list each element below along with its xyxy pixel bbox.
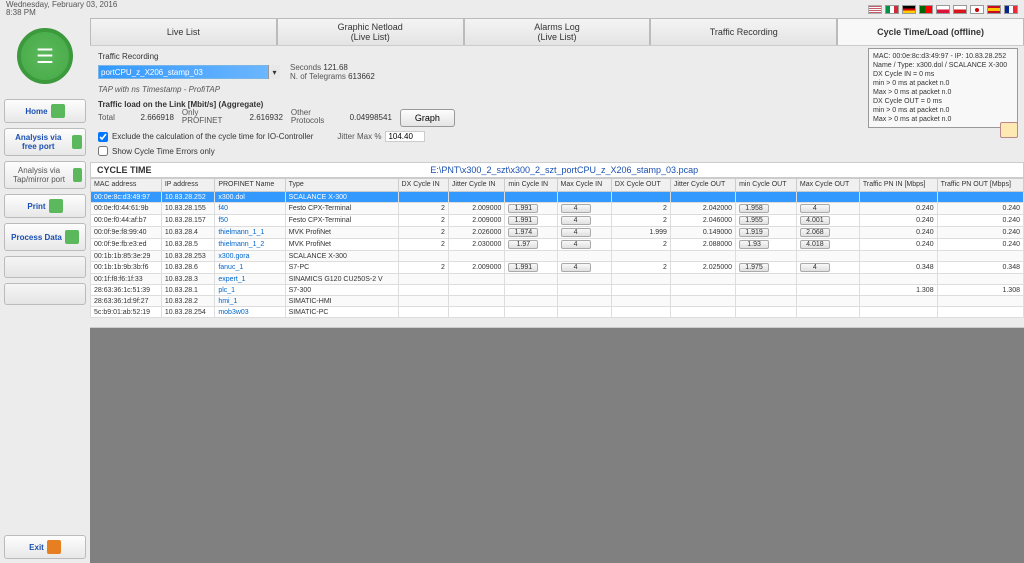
- exclude-io-checkbox[interactable]: [98, 132, 108, 142]
- header-time: 8:38 PM: [6, 9, 117, 17]
- cycle-time-table: MAC addressIP addressPROFINET NameTypeDX…: [90, 178, 1024, 318]
- cell-button[interactable]: 1.93: [739, 240, 769, 249]
- nav-process-data[interactable]: Process Data: [4, 223, 86, 251]
- tab-cycle-time[interactable]: Cycle Time/Load (offline): [837, 18, 1024, 45]
- other-value: 0.04998541: [339, 113, 394, 122]
- tab-alarms-log[interactable]: Alarms Log(Live List): [464, 18, 651, 45]
- col-header[interactable]: Max Cycle OUT: [796, 179, 859, 192]
- col-header[interactable]: min Cycle IN: [505, 179, 557, 192]
- table-row[interactable]: 28:63:36:1d:9f:2710.83.28.2hmi_1SIMATIC-…: [91, 296, 1024, 307]
- nav-empty-2: [4, 283, 86, 305]
- device-info-box: MAC: 00:0e:8c:d3:49:97 - IP: 10.83.28.25…: [868, 48, 1018, 128]
- empty-area: [90, 328, 1024, 563]
- exit-icon: [47, 540, 61, 554]
- cell-button[interactable]: 4: [561, 204, 591, 213]
- cell-button[interactable]: 1.991: [508, 263, 538, 272]
- col-header[interactable]: Max Cycle IN: [557, 179, 611, 192]
- cell-button[interactable]: 4: [561, 216, 591, 225]
- data-icon: [65, 230, 79, 244]
- col-header[interactable]: Traffic PN OUT [Mbps]: [937, 179, 1023, 192]
- nav-home[interactable]: Home: [4, 99, 86, 123]
- cell-button[interactable]: 1.975: [739, 263, 769, 272]
- pcap-path: E:\PNT\x300_2_szt\x300_2_szt_portCPU_z_X…: [152, 165, 977, 175]
- cell-button[interactable]: 1.919: [739, 228, 769, 237]
- col-header[interactable]: Traffic PN IN [Mbps]: [859, 179, 937, 192]
- table-row[interactable]: 00:1b:1b:85:3e:2910.83.28.253x300.goraSC…: [91, 251, 1024, 262]
- flag-it[interactable]: [885, 5, 899, 14]
- col-header[interactable]: PROFINET Name: [215, 179, 285, 192]
- cell-button[interactable]: 4: [561, 228, 591, 237]
- app-logo: ☰: [17, 28, 73, 84]
- flag-pl[interactable]: [936, 5, 950, 14]
- errors-only-label: Show Cycle Time Errors only: [112, 147, 215, 156]
- col-header[interactable]: Jitter Cycle IN: [448, 179, 504, 192]
- flag-us[interactable]: [868, 5, 882, 14]
- cell-button[interactable]: 4: [800, 204, 830, 213]
- table-row[interactable]: 00:1f:f8:f6:1f:3310.83.28.3expert_1SINAM…: [91, 274, 1024, 285]
- print-icon: [49, 199, 63, 213]
- flag-es[interactable]: [987, 5, 1001, 14]
- nav-analysis-free-port[interactable]: Analysis via free port: [4, 128, 86, 156]
- seconds-value: 121.68: [323, 63, 347, 72]
- col-header[interactable]: DX Cycle OUT: [611, 179, 670, 192]
- errors-only-checkbox[interactable]: [98, 146, 108, 156]
- table-row[interactable]: 00:1b:1b:9b:3b:f610.83.28.6fanuc_1S7-PC2…: [91, 262, 1024, 274]
- flag-pt[interactable]: [919, 5, 933, 14]
- nav-print[interactable]: Print: [4, 194, 86, 218]
- nav-exit[interactable]: Exit: [4, 535, 86, 559]
- telegrams-value: 613662: [348, 72, 375, 81]
- total-value: 2.666918: [121, 113, 176, 122]
- cell-button[interactable]: 1.955: [739, 216, 769, 225]
- cycle-time-title: CYCLE TIME: [97, 165, 152, 175]
- cell-button[interactable]: 1.97: [508, 240, 538, 249]
- table-row[interactable]: 00:0e:f0:44:61:9b10.83.28.155f40Festo CP…: [91, 203, 1024, 215]
- table-row[interactable]: 00:0f:9e:f8:99:4010.83.28.4thielmann_1_1…: [91, 227, 1024, 239]
- lang-flags: [868, 5, 1018, 14]
- cell-button[interactable]: 2.068: [800, 228, 830, 237]
- cell-button[interactable]: 4: [561, 263, 591, 272]
- col-header[interactable]: DX Cycle IN: [398, 179, 448, 192]
- recording-select[interactable]: portCPU_z_X206_stamp_03: [98, 65, 268, 79]
- tab-graphic-netload[interactable]: Graphic Netload(Live List): [277, 18, 464, 45]
- home-icon: [51, 104, 65, 118]
- cell-button[interactable]: 1.958: [739, 204, 769, 213]
- port-icon: [72, 135, 82, 149]
- col-header[interactable]: MAC address: [91, 179, 162, 192]
- open-folder-icon[interactable]: [1000, 122, 1018, 138]
- exclude-io-label: Exclude the calculation of the cycle tim…: [112, 132, 313, 141]
- col-header[interactable]: Type: [285, 179, 398, 192]
- table-row[interactable]: 5c:b9:01:ab:52:1910.83.28.254mob3w03SIMA…: [91, 307, 1024, 318]
- cell-button[interactable]: 4: [800, 263, 830, 272]
- table-row[interactable]: 28:63:36:1c:51:3910.83.28.1plc_1S7-3001.…: [91, 285, 1024, 296]
- table-row[interactable]: 00:0e:f0:44:af:b710.83.28.157f50Festo CP…: [91, 215, 1024, 227]
- flag-kr[interactable]: [970, 5, 984, 14]
- col-header[interactable]: min Cycle OUT: [736, 179, 797, 192]
- flag-cz[interactable]: [953, 5, 967, 14]
- tab-live-list[interactable]: Live List: [90, 18, 277, 45]
- table-row[interactable]: 00:0f:9e:fb:e3:ed10.83.28.5thielmann_1_2…: [91, 239, 1024, 251]
- flag-fr[interactable]: [1004, 5, 1018, 14]
- cell-button[interactable]: 4.001: [800, 216, 830, 225]
- profinet-value: 2.616932: [230, 113, 285, 122]
- chevron-down-icon[interactable]: ▾: [268, 65, 280, 79]
- cell-button[interactable]: 1.974: [508, 228, 538, 237]
- graph-button[interactable]: Graph: [400, 109, 455, 127]
- col-header[interactable]: IP address: [161, 179, 214, 192]
- nav-analysis-tap[interactable]: Analysis via Tap/mirror port: [4, 161, 86, 189]
- tap-icon: [73, 168, 82, 182]
- nav-empty-1: [4, 256, 86, 278]
- table-row[interactable]: 00:0e:8c:d3:49:9710.83.28.252x300.dolSCA…: [91, 192, 1024, 203]
- cell-button[interactable]: 1.991: [508, 204, 538, 213]
- cell-button[interactable]: 4.018: [800, 240, 830, 249]
- cell-button[interactable]: 4: [561, 240, 591, 249]
- cell-button[interactable]: 1.991: [508, 216, 538, 225]
- tab-traffic-recording[interactable]: Traffic Recording: [650, 18, 837, 45]
- flag-de[interactable]: [902, 5, 916, 14]
- col-header[interactable]: Jitter Cycle OUT: [670, 179, 735, 192]
- jitter-label: Jitter Max %: [337, 132, 381, 141]
- jitter-input[interactable]: [385, 131, 425, 142]
